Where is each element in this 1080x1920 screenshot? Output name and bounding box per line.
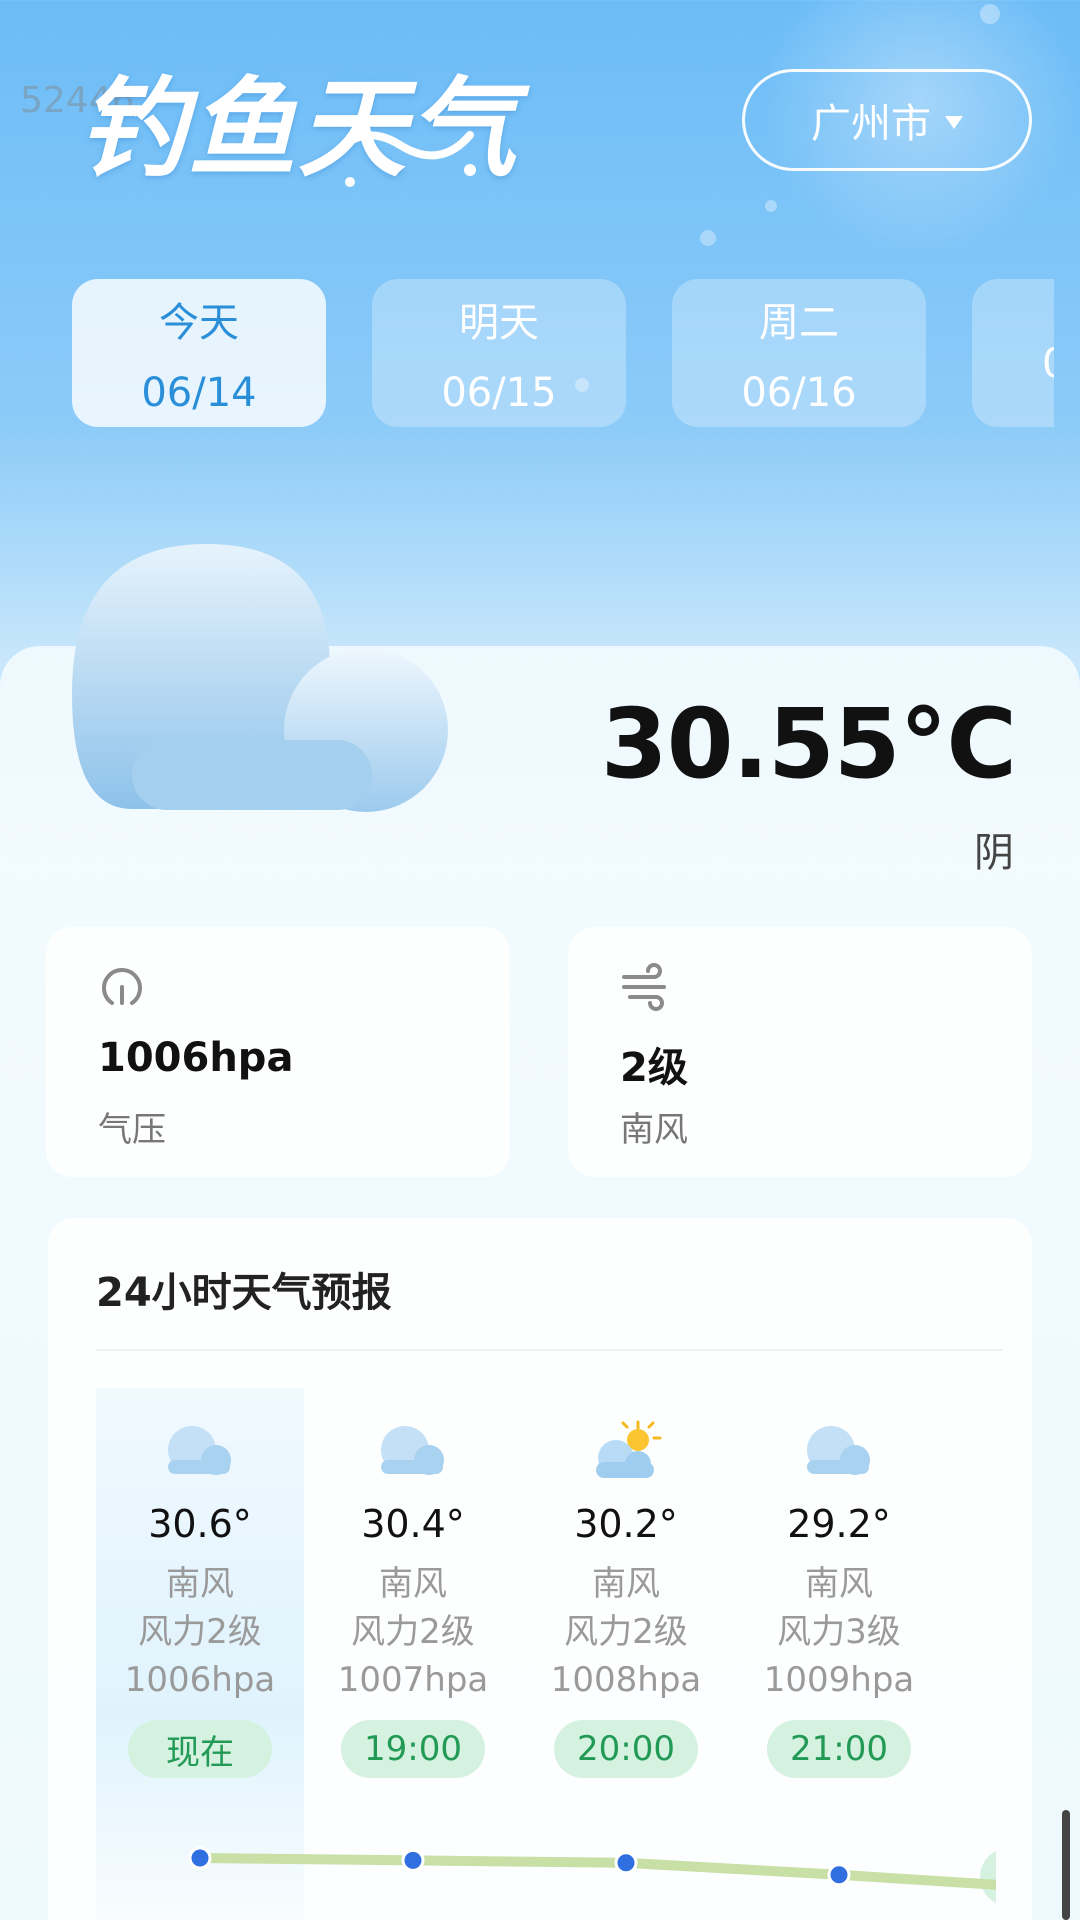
- tab-date-label: 0: [1042, 341, 1054, 387]
- tab-date-label: 06/16: [741, 370, 857, 416]
- tab-tuesday[interactable]: 周二 06/16: [672, 279, 926, 427]
- hour-wind-direction: 南风: [592, 1564, 660, 1604]
- hourly-forecast-card: 24小时天气预报 30.6° 南风 风力2级 1006hpa 现在 30.4° …: [48, 1218, 1032, 1920]
- temperature-trend-line: [188, 1846, 996, 1890]
- hour-pressure: 1008hpa: [550, 1660, 702, 1700]
- tab-next-day[interactable]: 0: [972, 279, 1054, 427]
- pressure-label: 气压: [98, 1110, 166, 1150]
- current-condition: 阴: [974, 830, 1014, 876]
- hour-wind-level: 风力2级: [564, 1612, 688, 1652]
- cloud-icon: [72, 544, 448, 812]
- trend-point: [827, 1863, 851, 1887]
- logo-wave-decoration: [326, 131, 476, 187]
- hour-wind-direction: 南风: [166, 1564, 234, 1604]
- hour-temperature: 30.2°: [574, 1502, 678, 1546]
- hour-wind-level: 风力3级: [777, 1612, 901, 1652]
- date-tabs: 今天 06/14 明天 06/15 周二 06/16 0: [72, 279, 1054, 427]
- wind-direction-label: 南风: [620, 1110, 688, 1150]
- tab-day-label: 明天: [459, 300, 539, 346]
- forecast-title: 24小时天气预报: [96, 1270, 392, 1316]
- city-selector-button[interactable]: 广州市: [742, 69, 1032, 171]
- partly-sunny-icon: [596, 1420, 662, 1478]
- tab-today[interactable]: 今天 06/14: [72, 279, 326, 427]
- trend-line: [195, 1853, 996, 1890]
- scrollbar[interactable]: [1062, 1810, 1070, 1920]
- wind-level-value: 2级: [620, 1045, 688, 1091]
- tab-day-label: 今天: [159, 300, 239, 346]
- hour-wind-level: 风力2级: [351, 1612, 475, 1652]
- hour-pressure: 1007hpa: [337, 1660, 489, 1700]
- hour-wind-direction: 南风: [805, 1564, 873, 1604]
- divider: [96, 1349, 1002, 1351]
- hour-temperature: 30.4°: [361, 1502, 465, 1546]
- hour-pressure: 1006hpa: [124, 1660, 276, 1700]
- trend-point: [614, 1851, 638, 1875]
- hour-time-badge: 19:00: [341, 1720, 485, 1778]
- hour-pressure: 1009hpa: [763, 1660, 915, 1700]
- cloud-icon: [168, 1426, 231, 1475]
- pressure-value: 1006hpa: [98, 1035, 294, 1081]
- caret-down-icon: [945, 115, 963, 129]
- current-temperature: 30.55°C: [600, 688, 1017, 800]
- pressure-card: 1006hpa 气压: [46, 927, 510, 1177]
- hour-wind-direction: 南风: [379, 1564, 447, 1604]
- hour-wind-level: 风力2级: [138, 1612, 262, 1652]
- hour-time-badge: 20:00: [554, 1720, 698, 1778]
- tab-tomorrow[interactable]: 明天 06/15: [372, 279, 626, 427]
- pressure-gauge-icon: [102, 968, 142, 1005]
- cloud-icon: [381, 1426, 444, 1475]
- cloud-icon: [807, 1426, 870, 1475]
- tab-day-label: 周二: [759, 300, 839, 346]
- hour-temperature: 30.6°: [148, 1502, 252, 1546]
- wind-card: 2级 南风: [568, 927, 1032, 1177]
- decor-bubble: [700, 230, 716, 246]
- tab-date-label: 06/14: [141, 370, 257, 416]
- trend-point: [401, 1848, 425, 1872]
- trend-point: [188, 1846, 212, 1870]
- decor-bubble: [765, 200, 777, 212]
- wind-icon: [622, 963, 666, 1011]
- hour-temperature: 29.2°: [787, 1502, 891, 1546]
- hour-time-badge: 现在: [128, 1720, 272, 1778]
- hour-time-badge: 21:00: [767, 1720, 911, 1778]
- tab-date-label: 06/15: [441, 370, 557, 416]
- city-label: 广州市: [811, 101, 931, 147]
